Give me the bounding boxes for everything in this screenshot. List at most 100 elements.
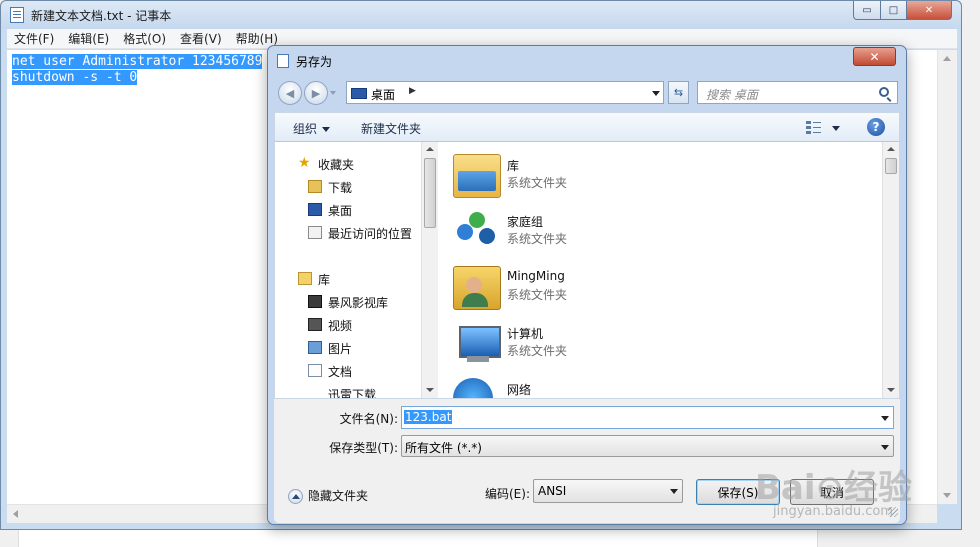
scroll-left-icon[interactable] bbox=[13, 510, 18, 518]
filename-label: 文件名(N): bbox=[339, 412, 398, 426]
hide-folders-button[interactable]: 隐藏文件夹 bbox=[288, 487, 368, 504]
encoding-dropdown-icon[interactable] bbox=[670, 489, 678, 494]
address-row: ◀ ▶ 桌面 ▶ ⇆ 搜索 桌面 bbox=[268, 76, 906, 108]
organize-label: 组织 bbox=[293, 122, 318, 136]
filename-value[interactable]: 123.bat bbox=[404, 410, 453, 424]
encoding-label: 编码(E): bbox=[485, 487, 530, 501]
library-icon bbox=[453, 154, 501, 198]
dialog-titlebar[interactable]: 另存为 ✕ bbox=[268, 46, 906, 76]
nav-downloads[interactable]: 下载 bbox=[308, 179, 353, 196]
selected-text: net user Administrator 123456789 bbox=[12, 54, 263, 69]
new-folder-button[interactable]: 新建文件夹 bbox=[361, 120, 421, 137]
scroll-down-icon[interactable] bbox=[887, 388, 895, 392]
search-placeholder: 搜索 桌面 bbox=[706, 88, 758, 102]
nav-label: 暴风影视库 bbox=[328, 296, 389, 310]
nav-documents[interactable]: 文档 bbox=[308, 363, 353, 380]
dialog-icon bbox=[277, 54, 289, 68]
nav-pictures[interactable]: 图片 bbox=[308, 340, 353, 357]
nav-libraries[interactable]: 库 bbox=[298, 271, 331, 288]
notepad-vertical-scrollbar[interactable] bbox=[937, 50, 957, 504]
save-as-dialog: 另存为 ✕ ◀ ▶ 桌面 ▶ ⇆ 搜索 桌面 组织 新建文件夹 ? ★ 收藏夹 bbox=[267, 45, 907, 525]
address-bar[interactable]: 桌面 ▶ bbox=[346, 81, 664, 104]
recent-places-icon bbox=[308, 226, 322, 239]
nav-label: 图片 bbox=[328, 342, 353, 356]
collapse-icon bbox=[288, 489, 303, 504]
view-dropdown-icon[interactable] bbox=[832, 126, 840, 131]
file-item-user-folder[interactable]: MingMing 系统文件夹 bbox=[453, 264, 853, 314]
history-dropdown-icon[interactable] bbox=[330, 91, 336, 95]
nav-label: 视频 bbox=[328, 319, 353, 333]
scroll-up-icon[interactable] bbox=[887, 147, 895, 151]
search-icon[interactable] bbox=[879, 87, 889, 97]
dialog-toolbar: 组织 新建文件夹 ? bbox=[274, 112, 900, 142]
file-type: 系统文件夹 bbox=[507, 344, 568, 358]
navigation-pane: ★ 收藏夹 下载 桌面 最近访问的位置 库 暴风影视库 视频 图片 文档 迅雷下载 bbox=[275, 142, 421, 398]
background-window-strip bbox=[18, 530, 818, 547]
scroll-up-icon[interactable] bbox=[943, 56, 951, 61]
user-folder-icon bbox=[453, 266, 501, 310]
notepad-titlebar[interactable]: 新建文本文档.txt - 记事本 bbox=[1, 1, 961, 29]
file-type: 系统文件夹 bbox=[507, 288, 568, 302]
scroll-up-icon[interactable] bbox=[426, 147, 434, 151]
search-input[interactable]: 搜索 桌面 bbox=[697, 81, 898, 104]
downloads-icon bbox=[308, 180, 322, 193]
nav-favorites[interactable]: ★ 收藏夹 bbox=[298, 156, 354, 173]
file-item-network[interactable]: 网络 bbox=[453, 376, 853, 398]
minimize-button[interactable]: ▭ bbox=[853, 1, 881, 20]
nav-videos[interactable]: 视频 bbox=[308, 317, 353, 334]
navigation-scrollbar[interactable] bbox=[421, 142, 438, 398]
scroll-thumb[interactable] bbox=[424, 158, 436, 228]
filename-input[interactable]: 123.bat bbox=[401, 406, 894, 429]
back-button[interactable]: ◀ bbox=[278, 81, 302, 105]
nav-label: 下载 bbox=[328, 181, 353, 195]
menu-view[interactable]: 查看(V) bbox=[173, 29, 229, 49]
nav-label: 库 bbox=[318, 273, 331, 287]
dialog-close-button[interactable]: ✕ bbox=[853, 47, 896, 66]
close-button[interactable]: ✕ bbox=[906, 1, 952, 20]
encoding-select[interactable]: ANSI bbox=[533, 479, 683, 503]
breadcrumb-arrow-icon[interactable]: ▶ bbox=[409, 86, 416, 96]
file-name: 库 bbox=[507, 159, 520, 173]
text-line: net user Administrator 123456789 bbox=[12, 54, 263, 70]
address-location[interactable]: 桌面 bbox=[371, 86, 395, 103]
file-item-homegroup[interactable]: 家庭组 系统文件夹 bbox=[453, 208, 853, 258]
filetype-dropdown-icon[interactable] bbox=[881, 445, 889, 450]
scroll-down-icon[interactable] bbox=[426, 388, 434, 392]
file-type: 系统文件夹 bbox=[507, 232, 568, 246]
star-icon: ★ bbox=[298, 155, 311, 171]
view-options-icon[interactable] bbox=[806, 121, 822, 135]
documents-icon bbox=[308, 364, 322, 377]
file-item-computer[interactable]: 计算机 系统文件夹 bbox=[453, 320, 853, 370]
nav-desktop[interactable]: 桌面 bbox=[308, 202, 352, 219]
filetype-select[interactable]: 所有文件 (*.*) bbox=[401, 435, 894, 457]
nav-label: 最近访问的位置 bbox=[328, 227, 413, 241]
file-name: MingMing bbox=[507, 269, 565, 283]
menu-format[interactable]: 格式(O) bbox=[116, 29, 173, 49]
encoding-value: ANSI bbox=[538, 484, 567, 498]
address-dropdown-icon[interactable] bbox=[652, 91, 660, 96]
text-line: shutdown -s -t 0 bbox=[12, 70, 138, 86]
network-icon bbox=[453, 378, 493, 398]
filename-dropdown-icon[interactable] bbox=[881, 416, 889, 421]
video-library-icon bbox=[308, 295, 322, 308]
filetype-label: 保存类型(T): bbox=[329, 441, 398, 455]
baidu-watermark: Bai⊙经验 jingyan.baidu.com bbox=[755, 460, 980, 547]
pictures-icon bbox=[308, 341, 322, 354]
organize-button[interactable]: 组织 bbox=[293, 120, 331, 137]
nav-recent-places[interactable]: 最近访问的位置 bbox=[308, 225, 413, 242]
notepad-title: 新建文本文档.txt - 记事本 bbox=[31, 9, 172, 23]
nav-xunlei-downloads[interactable]: 迅雷下载 bbox=[328, 386, 376, 398]
file-item-library[interactable]: 库 系统文件夹 bbox=[453, 152, 853, 202]
menu-file[interactable]: 文件(F) bbox=[7, 29, 61, 49]
maximize-button[interactable]: □ bbox=[880, 1, 907, 20]
scroll-thumb[interactable] bbox=[885, 158, 897, 174]
nav-baofeng-library[interactable]: 暴风影视库 bbox=[308, 294, 389, 311]
help-icon[interactable]: ? bbox=[867, 118, 885, 136]
menu-edit[interactable]: 编辑(E) bbox=[61, 29, 116, 49]
file-list-scrollbar[interactable] bbox=[882, 142, 899, 398]
forward-button[interactable]: ▶ bbox=[304, 81, 328, 105]
nav-label: 文档 bbox=[328, 365, 353, 379]
desktop-icon bbox=[308, 203, 322, 216]
refresh-button[interactable]: ⇆ bbox=[668, 81, 689, 104]
dialog-title: 另存为 bbox=[296, 55, 333, 69]
